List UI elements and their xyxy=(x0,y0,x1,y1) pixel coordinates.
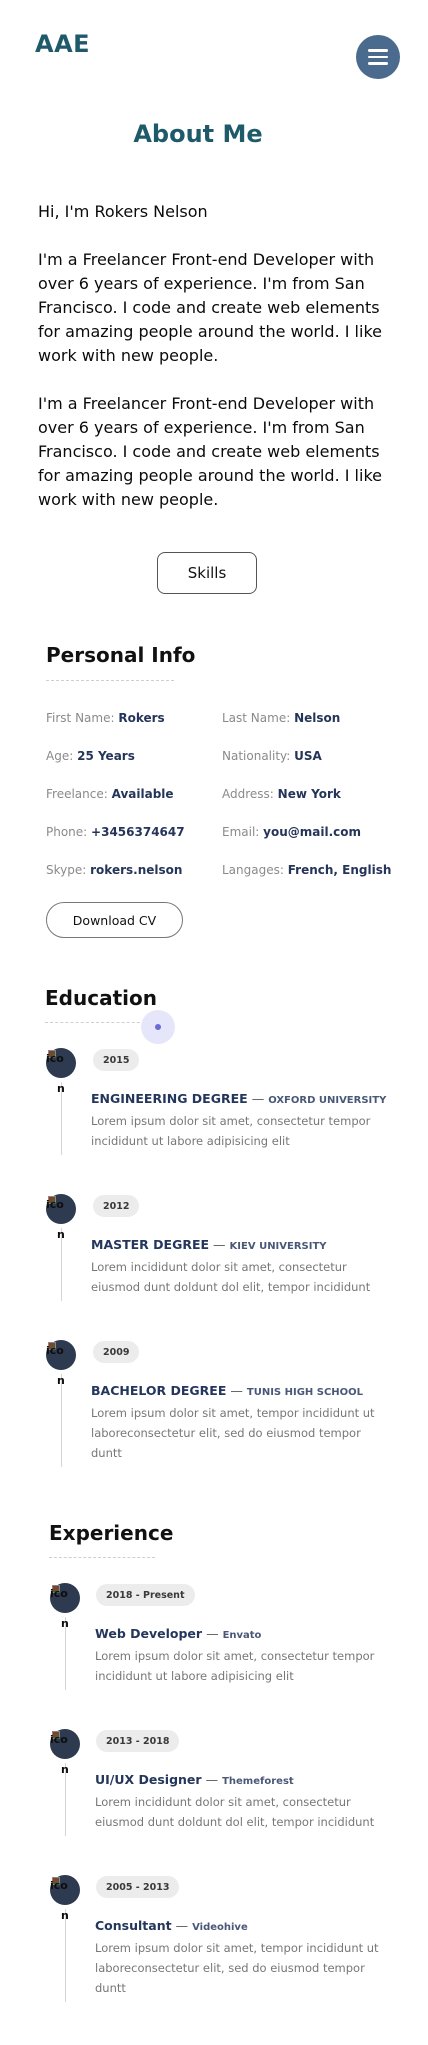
education-heading: MASTER DEGREE — KIEV UNIVERSITY xyxy=(91,1237,327,1252)
period-badge: 2005 - 2013 xyxy=(96,1876,180,1898)
degree-title: BACHELOR DEGREE xyxy=(91,1383,227,1398)
education-description: Lorem ipsum dolor sit amet, consectetur … xyxy=(91,1114,371,1148)
briefcase-icon: ico xyxy=(50,1729,80,1759)
info-label: Nationality: xyxy=(222,749,291,763)
icon-alt-text-tail: n xyxy=(57,1374,65,1387)
info-age: Age: 25 Years xyxy=(46,749,135,763)
info-value: Nelson xyxy=(294,711,341,725)
graduation-icon: ico xyxy=(46,1194,76,1224)
info-label: Freelance: xyxy=(46,787,108,801)
school-name: OXFORD UNIVERSITY xyxy=(268,1095,387,1106)
experience-heading: Web Developer — Envato xyxy=(95,1626,262,1641)
hamburger-menu-icon xyxy=(368,49,388,52)
icon-alt-text: ico xyxy=(50,1587,68,1600)
info-value: you@mail.com xyxy=(263,825,362,839)
icon-alt-text-tail: n xyxy=(61,1763,69,1776)
info-label: Age: xyxy=(46,749,74,763)
section-divider xyxy=(45,1022,145,1023)
role-title: Consultant xyxy=(95,1918,172,1933)
info-freelance: Freelance: Available xyxy=(46,787,174,801)
year-badge: 2012 xyxy=(93,1195,140,1217)
timeline-line xyxy=(65,1909,66,2002)
degree-title: ENGINEERING DEGREE xyxy=(91,1091,248,1106)
download-cv-button[interactable]: Download CV xyxy=(46,902,183,938)
info-value: 25 Years xyxy=(77,749,135,763)
role-title: UI/UX Designer xyxy=(95,1772,202,1787)
period-badge: 2013 - 2018 xyxy=(96,1730,180,1752)
about-greeting: Hi, I'm Rokers Nelson xyxy=(38,202,208,221)
info-email: Email: you@mail.com xyxy=(222,825,361,839)
briefcase-icon: ico xyxy=(50,1875,80,1905)
info-value: +3456374647 xyxy=(91,825,185,839)
icon-alt-text: ico xyxy=(46,1052,64,1065)
education-description: Lorem incididunt dolor sit amet, consect… xyxy=(91,1260,371,1294)
role-title: Web Developer xyxy=(95,1626,203,1641)
section-divider xyxy=(46,680,174,681)
about-paragraph: I'm a Freelancer Front-end Developer wit… xyxy=(38,250,382,365)
info-languages: Langages: French, English xyxy=(222,863,391,877)
briefcase-icon: ico xyxy=(50,1583,80,1613)
school-name: TUNIS HIGH SCHOOL xyxy=(246,1387,364,1398)
info-nationality: Nationality: USA xyxy=(222,749,322,763)
info-value: USA xyxy=(294,749,322,763)
info-value: New York xyxy=(277,787,341,801)
site-header: AAE xyxy=(0,0,428,90)
info-address: Address: New York xyxy=(222,787,341,801)
timeline-line xyxy=(61,1374,62,1467)
personal-info-title: Personal Info xyxy=(46,643,196,667)
experience-title: Experience xyxy=(49,1521,174,1545)
company-name: Envato xyxy=(222,1630,262,1641)
experience-heading: UI/UX Designer — Themeforest xyxy=(95,1772,294,1787)
education-heading: ENGINEERING DEGREE — OXFORD UNIVERSITY xyxy=(91,1091,387,1106)
skills-button[interactable]: Skills xyxy=(157,552,257,594)
about-title: About Me xyxy=(133,120,263,148)
info-value: Rokers xyxy=(118,711,165,725)
education-title: Education xyxy=(45,986,157,1010)
info-first-name: First Name: Rokers xyxy=(46,711,165,725)
hamburger-menu-icon-bar xyxy=(368,62,388,65)
icon-alt-text: ico xyxy=(46,1344,64,1357)
graduation-icon: ico xyxy=(46,1048,76,1078)
info-phone: Phone: +3456374647 xyxy=(46,825,185,839)
info-last-name: Last Name: Nelson xyxy=(222,711,340,725)
info-label: First Name: xyxy=(46,711,115,725)
info-label: Phone: xyxy=(46,825,88,839)
company-name: Themeforest xyxy=(222,1776,294,1787)
year-badge: 2009 xyxy=(93,1341,140,1363)
icon-alt-text: ico xyxy=(50,1879,68,1892)
icon-alt-text-tail: n xyxy=(61,1617,69,1630)
hamburger-menu-icon-bar xyxy=(368,55,388,59)
experience-description: Lorem ipsum dolor sit amet, consectetur … xyxy=(95,1649,375,1683)
about-paragraph: I'm a Freelancer Front-end Developer wit… xyxy=(38,394,382,509)
logo[interactable]: AAE xyxy=(35,30,90,58)
experience-description: Lorem ipsum dolor sit amet, tempor incid… xyxy=(95,1941,379,1995)
company-name: Videohive xyxy=(192,1922,248,1933)
graduation-icon: ico xyxy=(46,1340,76,1370)
degree-title: MASTER DEGREE xyxy=(91,1237,210,1252)
info-label: Skype: xyxy=(46,863,87,877)
experience-heading: Consultant — Videohive xyxy=(95,1918,248,1933)
info-skype: Skype: rokers.nelson xyxy=(46,863,182,877)
info-label: Langages: xyxy=(222,863,284,877)
icon-alt-text: ico xyxy=(50,1733,68,1746)
info-label: Address: xyxy=(222,787,274,801)
year-badge: 2015 xyxy=(93,1049,140,1071)
info-value: rokers.nelson xyxy=(90,863,183,877)
icon-alt-text: ico xyxy=(46,1198,64,1211)
education-description: Lorem ipsum dolor sit amet, tempor incid… xyxy=(91,1406,375,1460)
info-label: Email: xyxy=(222,825,260,839)
icon-alt-text-tail: n xyxy=(57,1228,65,1241)
info-value: French, English xyxy=(287,863,392,877)
section-divider xyxy=(49,1557,155,1558)
icon-alt-text-tail: n xyxy=(61,1909,69,1922)
education-heading: BACHELOR DEGREE — TUNIS HIGH SCHOOL xyxy=(91,1383,364,1398)
info-value: Available xyxy=(111,787,174,801)
period-badge: 2018 - Present xyxy=(96,1584,195,1606)
school-name: KIEV UNIVERSITY xyxy=(229,1241,327,1252)
experience-description: Lorem incididunt dolor sit amet, consect… xyxy=(95,1795,375,1829)
menu-button[interactable] xyxy=(356,35,400,79)
scroll-indicator-dot xyxy=(155,1024,161,1030)
icon-alt-text-tail: n xyxy=(57,1082,65,1095)
info-label: Last Name: xyxy=(222,711,291,725)
